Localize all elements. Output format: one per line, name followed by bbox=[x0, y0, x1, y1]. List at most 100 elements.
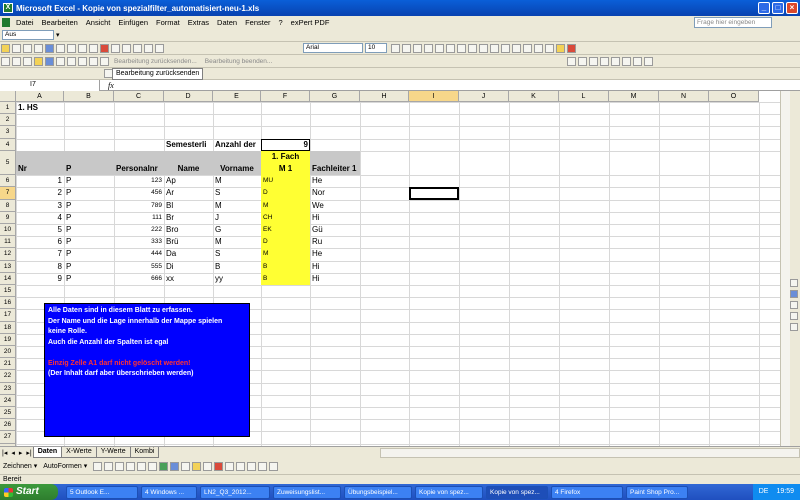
cell-vorname[interactable]: S bbox=[213, 248, 261, 260]
cell-vorname[interactable]: B bbox=[213, 261, 261, 273]
header-fach2[interactable]: M 1 bbox=[261, 163, 310, 175]
column-header-i[interactable]: I bbox=[409, 91, 459, 102]
cell-p[interactable]: P bbox=[64, 212, 114, 224]
side-tool-icon[interactable] bbox=[790, 312, 798, 320]
tab-x-werte[interactable]: X-Werte bbox=[61, 447, 97, 458]
permission-icon[interactable] bbox=[45, 43, 54, 53]
row-header-8[interactable]: 8 bbox=[0, 199, 16, 212]
column-header-j[interactable]: J bbox=[459, 91, 509, 102]
row-header-24[interactable]: 24 bbox=[0, 394, 16, 407]
cell-fach[interactable]: D bbox=[261, 236, 310, 248]
row-header-6[interactable]: 6 bbox=[0, 175, 16, 188]
cell-nr[interactable]: 5 bbox=[16, 224, 64, 236]
cell-name[interactable]: Ap bbox=[164, 175, 213, 187]
chart-icon[interactable] bbox=[133, 43, 142, 53]
row-header-14[interactable]: 14 bbox=[0, 272, 16, 285]
note-textbox[interactable]: Alle Daten sind in diesem Blatt zu erfas… bbox=[44, 303, 250, 437]
header-name[interactable]: Name bbox=[164, 151, 213, 175]
dash-style-icon[interactable] bbox=[236, 461, 246, 471]
tab-next-icon[interactable]: ▸ bbox=[17, 449, 25, 457]
row-header-15[interactable]: 15 bbox=[0, 285, 16, 298]
italic-icon[interactable] bbox=[402, 43, 411, 53]
properties-icon[interactable] bbox=[644, 56, 654, 66]
row-header-4[interactable]: 4 bbox=[0, 138, 16, 151]
side-tool-icon[interactable] bbox=[790, 323, 798, 331]
chevron-down-icon[interactable]: ▾ bbox=[56, 31, 60, 39]
diagram-icon[interactable] bbox=[159, 461, 169, 471]
preview-icon[interactable] bbox=[34, 43, 43, 53]
arrow-icon[interactable] bbox=[104, 461, 114, 471]
sort-icon[interactable] bbox=[122, 43, 131, 53]
tab-kombi[interactable]: Kombi bbox=[129, 447, 160, 458]
active-cell-i7[interactable] bbox=[409, 187, 459, 200]
merge-icon[interactable] bbox=[457, 43, 466, 53]
cell-fachleiter[interactable]: Ru bbox=[310, 236, 360, 248]
review-send-back-button[interactable]: Bearbeitung zurücksenden... bbox=[114, 58, 197, 65]
decimal-decrease-icon[interactable] bbox=[512, 43, 521, 53]
vertical-scrollbar[interactable] bbox=[780, 91, 790, 446]
decimal-increase-icon[interactable] bbox=[501, 43, 510, 53]
task-zuweisungsliste[interactable]: Zuweisungslist... bbox=[273, 485, 341, 499]
row-header-7[interactable]: 7 bbox=[0, 187, 16, 200]
line-style-icon[interactable] bbox=[225, 461, 235, 471]
cell-d4[interactable]: Semesterli bbox=[164, 139, 213, 151]
cell-fach[interactable]: MU bbox=[261, 175, 310, 187]
task-outlook[interactable]: 5 Outlook E... bbox=[66, 485, 138, 499]
send-back-button[interactable]: Bearbeitung zurücksenden bbox=[112, 68, 204, 80]
minimize-button[interactable]: _ bbox=[758, 2, 770, 14]
task-windows[interactable]: 4 Windows ... bbox=[141, 485, 197, 499]
zoom-icon[interactable] bbox=[144, 43, 153, 53]
accept-icon[interactable] bbox=[56, 56, 65, 66]
fill-color-icon[interactable] bbox=[556, 43, 565, 53]
spinner-icon[interactable] bbox=[633, 56, 643, 66]
spelling-icon[interactable] bbox=[56, 43, 65, 53]
cell-vorname[interactable]: M bbox=[213, 175, 261, 187]
align-right-icon[interactable] bbox=[446, 43, 455, 53]
cell-name[interactable]: xx bbox=[164, 273, 213, 285]
underline-icon[interactable] bbox=[413, 43, 422, 53]
checkbox-icon[interactable] bbox=[578, 56, 588, 66]
name-box[interactable]: I7 bbox=[0, 79, 100, 91]
cell-a1[interactable]: 1. HS bbox=[16, 102, 64, 114]
row-header-5[interactable]: 5 bbox=[0, 150, 16, 176]
cell-name[interactable]: Ar bbox=[164, 187, 213, 199]
cell-vorname[interactable]: yy bbox=[213, 273, 261, 285]
cell-p[interactable]: P bbox=[64, 261, 114, 273]
cell-nr[interactable]: 2 bbox=[16, 187, 64, 199]
column-header-l[interactable]: L bbox=[559, 91, 609, 102]
cell-fach[interactable]: B bbox=[261, 273, 310, 285]
form-icon[interactable] bbox=[567, 56, 577, 66]
row-header-1[interactable]: 1 bbox=[0, 102, 16, 115]
combo-icon[interactable] bbox=[611, 56, 621, 66]
row-header-13[interactable]: 13 bbox=[0, 260, 16, 273]
header-vorname[interactable]: Vorname bbox=[213, 151, 261, 175]
cell-name[interactable]: Da bbox=[164, 248, 213, 260]
row-header-11[interactable]: 11 bbox=[0, 236, 16, 249]
cell-fachleiter[interactable]: We bbox=[310, 200, 360, 212]
show-icon[interactable] bbox=[45, 56, 54, 66]
textbox-icon[interactable] bbox=[137, 461, 147, 471]
cell-fach[interactable]: D bbox=[261, 187, 310, 199]
row-header-27[interactable]: 27 bbox=[0, 431, 16, 444]
menu-ansicht[interactable]: Ansicht bbox=[82, 18, 115, 27]
cell-vorname[interactable]: M bbox=[213, 236, 261, 248]
cut-icon[interactable] bbox=[78, 43, 87, 53]
help-search-input[interactable]: Frage hier eingeben bbox=[694, 17, 772, 28]
cell-personalnr[interactable]: 111 bbox=[114, 212, 164, 224]
highlight-icon[interactable] bbox=[34, 56, 43, 66]
radio-icon[interactable] bbox=[589, 56, 599, 66]
previous-icon[interactable] bbox=[89, 56, 98, 66]
cell-personalnr[interactable]: 222 bbox=[114, 224, 164, 236]
font-select[interactable]: Arial bbox=[303, 43, 363, 53]
row-header-18[interactable]: 18 bbox=[0, 321, 16, 334]
line-icon[interactable] bbox=[93, 461, 103, 471]
cell-name[interactable]: Bro bbox=[164, 224, 213, 236]
header-fach1[interactable]: 1. Fach bbox=[261, 151, 310, 163]
cell-fach[interactable]: CH bbox=[261, 212, 310, 224]
percent-icon[interactable] bbox=[479, 43, 488, 53]
cell-p[interactable]: P bbox=[64, 187, 114, 199]
indent-decrease-icon[interactable] bbox=[523, 43, 532, 53]
picture-icon[interactable] bbox=[181, 461, 191, 471]
cell-personalnr[interactable]: 789 bbox=[114, 200, 164, 212]
menu-fenster[interactable]: Fenster bbox=[241, 18, 274, 27]
